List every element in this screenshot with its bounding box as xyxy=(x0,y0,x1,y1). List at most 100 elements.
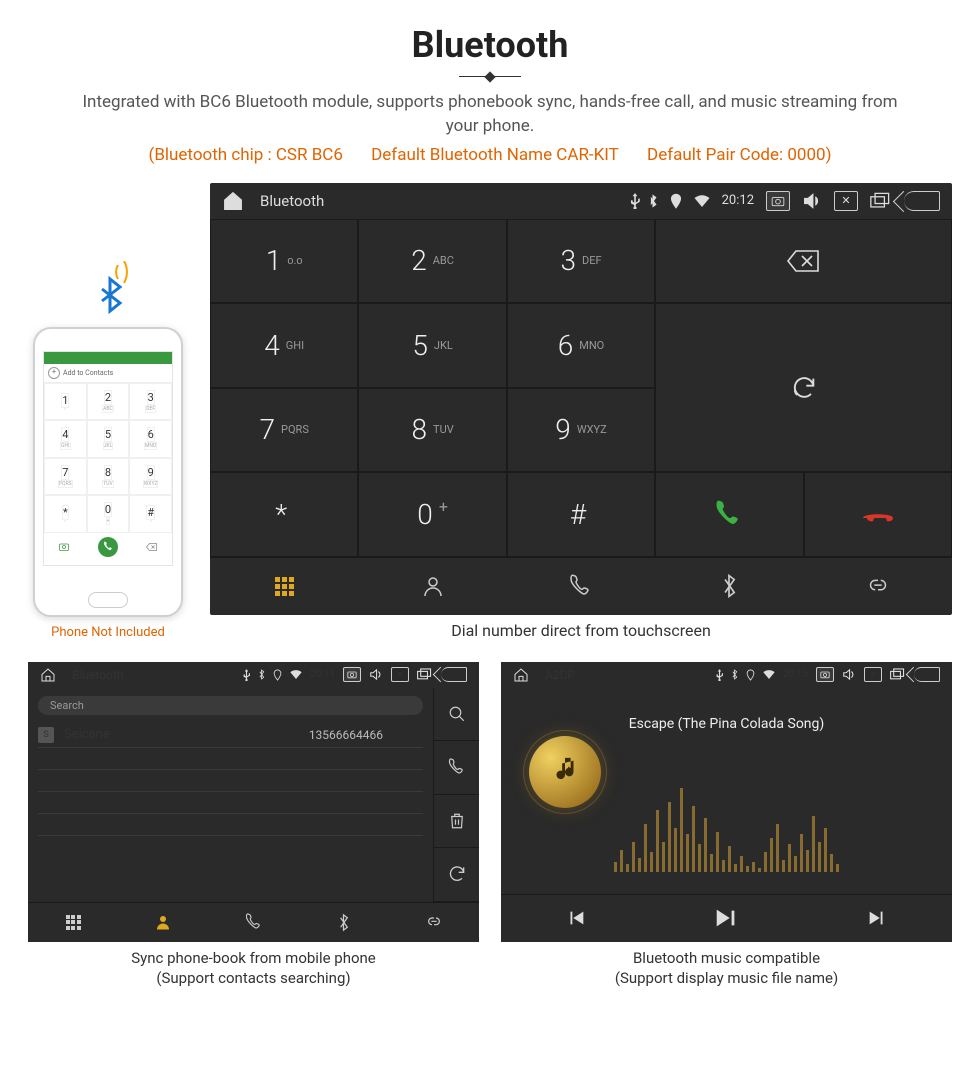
spec-code: Default Pair Code: 0000) xyxy=(647,145,831,165)
tab-pair[interactable] xyxy=(804,557,952,615)
back-icon[interactable] xyxy=(441,667,467,682)
sync-button[interactable] xyxy=(655,303,952,472)
location-icon xyxy=(670,193,682,209)
dial-key[interactable]: 2ABC xyxy=(358,219,506,304)
back-icon[interactable] xyxy=(904,191,940,211)
action-sync[interactable] xyxy=(433,848,479,902)
hangup-button[interactable] xyxy=(804,472,952,557)
status-title: A2DP xyxy=(545,668,708,682)
page-title: Bluetooth xyxy=(28,24,952,66)
action-delete[interactable] xyxy=(433,795,479,849)
dial-key[interactable]: 4GHI xyxy=(210,303,358,388)
camera-icon xyxy=(58,541,70,553)
dial-key[interactable]: 6MNO xyxy=(507,303,655,388)
volume-icon[interactable] xyxy=(369,668,383,681)
music-visualizer xyxy=(614,782,839,872)
tab-pair[interactable] xyxy=(389,902,479,942)
phone-key: 4GHI xyxy=(44,420,87,458)
tab-contacts[interactable] xyxy=(118,902,208,942)
phone-key: 5JKL xyxy=(87,420,130,458)
dial-key[interactable]: 9WXYZ xyxy=(507,388,655,473)
wifi-icon xyxy=(290,670,302,679)
screenshot-icon[interactable] xyxy=(816,667,834,682)
status-title: Bluetooth xyxy=(72,668,235,682)
dial-key[interactable]: # xyxy=(507,472,655,557)
tab-calls[interactable] xyxy=(208,902,298,942)
prev-button[interactable] xyxy=(501,895,651,942)
tab-dialpad[interactable] xyxy=(28,902,118,942)
screenshot-icon[interactable] xyxy=(766,191,790,211)
close-app-icon[interactable]: ✕ xyxy=(834,191,858,211)
wifi-icon xyxy=(694,195,710,207)
volume-icon[interactable] xyxy=(842,668,856,681)
phone-key: 3DEF xyxy=(129,383,172,421)
recent-apps-icon[interactable] xyxy=(890,668,906,681)
music-album-icon xyxy=(529,736,601,808)
home-icon[interactable] xyxy=(513,667,529,683)
phone-key: # xyxy=(129,495,172,533)
status-time: 20:15 xyxy=(783,669,808,680)
phone-home-button xyxy=(88,592,128,608)
bottom-bar xyxy=(210,557,952,615)
wifi-icon xyxy=(763,670,775,679)
dial-key[interactable]: * xyxy=(210,472,358,557)
dial-key[interactable]: 0+ xyxy=(358,472,506,557)
call-button[interactable] xyxy=(655,472,803,557)
dial-key[interactable]: 5JKL xyxy=(358,303,506,388)
bluetooth-icon xyxy=(648,194,658,208)
tab-contacts[interactable] xyxy=(358,557,506,615)
dial-key[interactable]: 8TUV xyxy=(358,388,506,473)
phone-mockup: Add to Contacts 12ABC3DEF4GHI5JKL6MNO7PQ… xyxy=(33,327,183,617)
recent-apps-icon[interactable] xyxy=(417,668,433,681)
home-icon[interactable] xyxy=(40,667,56,683)
action-call[interactable] xyxy=(433,741,479,795)
action-search[interactable] xyxy=(433,688,479,742)
home-icon[interactable] xyxy=(222,190,244,212)
close-app-icon[interactable]: ✕ xyxy=(864,667,882,682)
phone-key: 2ABC xyxy=(87,383,130,421)
location-icon xyxy=(746,669,755,681)
dial-key[interactable]: 3DEF xyxy=(507,219,655,304)
status-time: 20:11 xyxy=(310,669,335,680)
contact-initial: S xyxy=(38,727,54,743)
tab-calls[interactable] xyxy=(507,557,655,615)
phone-key: * xyxy=(44,495,87,533)
spec-chip: (Bluetooth chip : CSR BC6 xyxy=(149,145,343,165)
screenshot-icon[interactable] xyxy=(343,667,361,682)
next-button[interactable] xyxy=(802,895,952,942)
song-title: Escape (The Pina Colada Song) xyxy=(629,716,825,732)
phone-add-contacts: Add to Contacts xyxy=(44,364,172,383)
headunit-music: A2DP 20:15 ✕ xyxy=(501,662,952,942)
dial-key[interactable]: 1ᴏ.ᴏ xyxy=(210,219,358,304)
play-pause-button[interactable] xyxy=(651,895,801,942)
call-button xyxy=(98,537,118,557)
phone-key: 6MNO xyxy=(129,420,172,458)
dial-key[interactable]: 7PQRS xyxy=(210,388,358,473)
usb-icon xyxy=(243,669,250,681)
volume-icon[interactable] xyxy=(802,192,822,210)
status-bar: A2DP 20:15 ✕ xyxy=(501,662,952,688)
headunit-dialer: Bluetooth 20:12 ✕ 1ᴏ.ᴏ2A xyxy=(210,183,952,615)
status-bar: Bluetooth 20:12 ✕ xyxy=(210,183,952,219)
contact-row[interactable]: S Seicane 13566664466 xyxy=(38,723,423,748)
tab-bluetooth[interactable] xyxy=(655,557,803,615)
page-description: Integrated with BC6 Bluetooth module, su… xyxy=(70,91,910,139)
backspace-button[interactable] xyxy=(655,219,952,304)
contact-number: 13566664466 xyxy=(309,728,383,742)
title-divider xyxy=(459,76,521,77)
search-input[interactable]: Search xyxy=(38,696,423,715)
back-icon[interactable] xyxy=(914,667,940,682)
close-app-icon[interactable]: ✕ xyxy=(391,667,409,682)
music-caption: Bluetooth music compatible (Support disp… xyxy=(501,948,952,989)
usb-icon xyxy=(630,193,640,209)
status-time: 20:12 xyxy=(722,193,754,208)
phone-note: Phone Not Included xyxy=(51,625,165,640)
recent-apps-icon[interactable] xyxy=(870,192,892,210)
phone-key: 7PQRS xyxy=(44,458,87,496)
dialer-caption: Dial number direct from touchscreen xyxy=(210,621,952,640)
bluetooth-icon xyxy=(731,669,738,680)
tab-bluetooth[interactable] xyxy=(299,902,389,942)
status-bar: Bluetooth 20:11 ✕ xyxy=(28,662,479,688)
tab-dialpad[interactable] xyxy=(210,557,358,615)
contact-name: Seicane xyxy=(64,727,110,742)
